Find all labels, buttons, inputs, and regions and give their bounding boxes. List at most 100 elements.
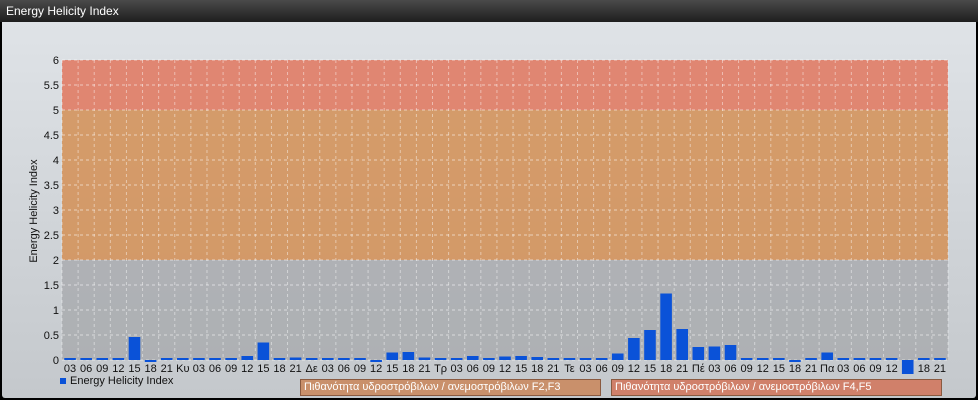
- bar: [289, 357, 302, 360]
- bar: [434, 358, 447, 360]
- x-tick-label: 12: [241, 363, 253, 375]
- bar: [257, 342, 270, 360]
- bar: [370, 360, 382, 362]
- bar: [563, 358, 576, 360]
- bar: [128, 337, 141, 360]
- bar: [386, 352, 399, 360]
- y-tick-label: 4: [53, 155, 59, 167]
- x-tick-label: 15: [515, 363, 527, 375]
- y-tick-label: 5.5: [44, 80, 59, 92]
- bar: [628, 338, 640, 360]
- bar: [644, 330, 656, 360]
- bar: [853, 358, 866, 360]
- x-tick-label: 21: [934, 363, 946, 375]
- x-tick-label: Τε: [564, 363, 575, 375]
- x-tick-label: 06: [80, 363, 92, 375]
- x-tick-label: 12: [757, 363, 769, 375]
- x-tick-label: 09: [483, 363, 495, 375]
- bar: [177, 358, 189, 360]
- y-tick-label: 4.5: [44, 130, 59, 142]
- ehi-chart: 0 0.5 1 1.5 2 2.5 3 3.5 4 4.5 5 5.5 6 03 06 09 12 15 18 21…: [28, 55, 949, 375]
- x-tick-label: 06: [853, 363, 865, 375]
- x-tick-label: 06: [338, 363, 350, 375]
- x-tick-label: 03: [708, 363, 720, 375]
- y-tick-label: 0: [53, 355, 59, 367]
- bar: [305, 358, 318, 360]
- x-tick-label: 18: [660, 363, 672, 375]
- bar: [144, 360, 157, 362]
- y-axis-label: Energy Helicity Index: [28, 159, 40, 263]
- x-tick-label: 03: [837, 363, 849, 375]
- bar: [96, 358, 109, 360]
- x-tick-label: 12: [885, 363, 897, 375]
- x-tick-label: 15: [257, 363, 269, 375]
- bar: [901, 360, 914, 374]
- y-tick-label: 3: [53, 205, 59, 217]
- x-tick-label: Τρ: [434, 363, 447, 375]
- x-tick-label: 21: [547, 363, 559, 375]
- bar: [322, 358, 334, 360]
- bar: [160, 358, 173, 360]
- bar: [595, 358, 608, 360]
- x-tick-label: 21: [289, 363, 301, 375]
- bar: [450, 358, 463, 360]
- x-tick-label: 18: [402, 363, 414, 375]
- x-tick-label: 21: [418, 363, 430, 375]
- bar: [821, 352, 833, 360]
- chart-window: Energy Helicity Index 0 0.5 1 1.5 2 2.5 3 3.5 4 4…: [0, 0, 978, 400]
- y-tick-label: 2: [53, 255, 59, 267]
- y-tick-label: 5: [53, 105, 59, 117]
- x-tick-label: 06: [467, 363, 479, 375]
- x-tick-label: 21: [161, 363, 173, 375]
- x-tick-label: 03: [322, 363, 334, 375]
- bar: [724, 345, 737, 360]
- bar: [869, 358, 882, 360]
- bar: [676, 329, 688, 360]
- x-tick-label: 09: [225, 363, 237, 375]
- x-tick-label: 12: [499, 363, 511, 375]
- x-tick-label: 12: [370, 363, 382, 375]
- bar: [225, 358, 237, 360]
- x-tick-label: 15: [128, 363, 140, 375]
- bar: [483, 358, 495, 360]
- x-tick-label: 03: [193, 363, 205, 375]
- zone-legend-f2f3: Πιθανότητα υδροστρόβιλων / ανεμοστρόβιλω…: [300, 379, 601, 396]
- bar: [515, 356, 527, 360]
- bar: [756, 358, 769, 360]
- x-tick-label: Δε: [306, 363, 318, 375]
- y-tick-label: 1: [53, 305, 59, 317]
- y-tick-label: 0.5: [44, 330, 59, 342]
- x-tick-label: 18: [273, 363, 285, 375]
- bar: [80, 358, 92, 360]
- x-tick-label: 12: [112, 363, 124, 375]
- bar: [692, 347, 705, 360]
- bar: [789, 360, 801, 362]
- x-tick-label: 06: [596, 363, 608, 375]
- zone-legend-f4f5: Πιθανότητα υδροστρόβιλων / ανεμοστρόβιλω…: [611, 379, 942, 396]
- x-tick-label: Πα: [820, 363, 835, 375]
- series-legend: Energy Helicity Index: [60, 375, 173, 387]
- bar: [466, 356, 479, 360]
- bar: [354, 358, 366, 360]
- bar: [837, 358, 850, 360]
- x-tick-label: 03: [579, 363, 591, 375]
- bar: [338, 358, 350, 360]
- x-tick-label: 18: [918, 363, 930, 375]
- bar: [918, 358, 930, 360]
- bar: [885, 358, 898, 360]
- x-tick-label: 18: [789, 363, 801, 375]
- y-tick-label: 6: [53, 55, 59, 67]
- bar: [64, 358, 76, 360]
- x-tick-label: 15: [386, 363, 398, 375]
- bar: [805, 358, 817, 360]
- bar: [273, 358, 286, 360]
- bar: [209, 358, 221, 360]
- bar: [579, 358, 592, 360]
- bar: [611, 353, 624, 360]
- x-tick-label: 15: [773, 363, 785, 375]
- bar: [740, 358, 753, 360]
- bar: [660, 293, 672, 360]
- x-tick-label: 21: [676, 363, 688, 375]
- x-tick-label: Κυ: [176, 363, 189, 375]
- x-tick-label: Πέ: [692, 363, 705, 375]
